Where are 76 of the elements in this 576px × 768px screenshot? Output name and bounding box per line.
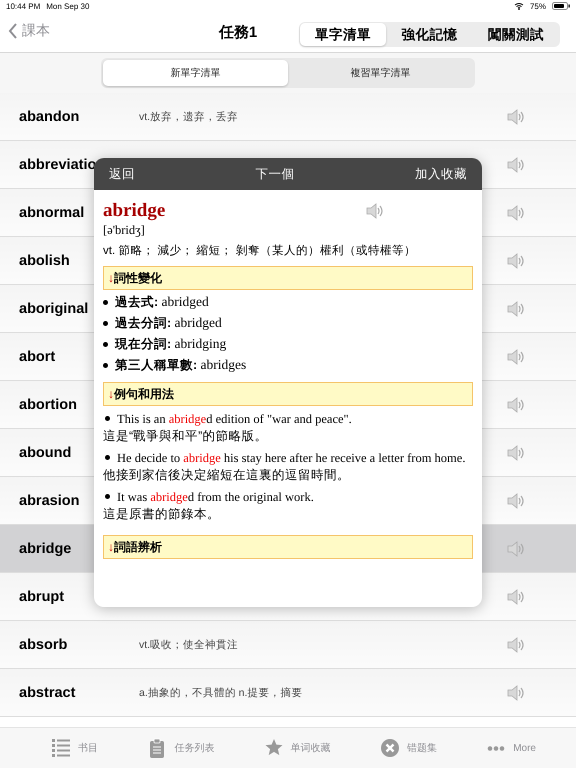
status-date: Mon Sep 30 xyxy=(46,2,90,10)
word-meaning: a.抽象的，不具體的 n.提要，摘要 xyxy=(139,686,304,700)
word-text: abstract xyxy=(19,684,76,700)
bullet-icon xyxy=(103,342,108,347)
example-translation: 這是原書的節錄本。 xyxy=(103,506,221,523)
speaker-icon[interactable] xyxy=(506,684,526,700)
bullet-icon xyxy=(103,300,108,305)
word-form: 過去分詞: abridged xyxy=(115,315,222,332)
example-translation: 這是“戰爭與和平”的節略版。 xyxy=(103,428,268,445)
word-text: abbreviatio xyxy=(19,156,96,172)
back-button[interactable]: 返回 xyxy=(109,166,135,182)
close-circle-icon xyxy=(380,738,399,758)
word-text: abort xyxy=(19,348,56,364)
bullet-icon xyxy=(103,363,108,368)
word-text: abnormal xyxy=(19,204,84,220)
speaker-icon[interactable] xyxy=(506,300,526,316)
speaker-icon[interactable] xyxy=(365,203,385,219)
segment-tab[interactable]: 單字清單 xyxy=(300,23,386,46)
word-text: abound xyxy=(19,444,72,460)
phonetic: [ə'bridʒ] xyxy=(103,223,146,238)
segment-tab[interactable]: 新單字清單 xyxy=(103,60,288,86)
word-row[interactable]: abstract a.抽象的，不具體的 n.提要，摘要 xyxy=(0,669,576,717)
segment-tab[interactable]: 闖關測試 xyxy=(472,23,559,46)
speaker-icon[interactable] xyxy=(506,636,526,652)
speaker-icon[interactable] xyxy=(506,588,526,604)
speaker-icon[interactable] xyxy=(506,492,526,508)
next-button[interactable]: 下一個 xyxy=(256,166,294,182)
speaker-icon[interactable] xyxy=(506,540,526,556)
clipboard-icon xyxy=(148,738,166,758)
example-sentence: He decide to abridge his stay here after he receive a letter from home. xyxy=(103,450,473,466)
chevron-left-icon xyxy=(8,22,18,40)
speaker-icon[interactable] xyxy=(506,252,526,268)
battery-percent: 75% xyxy=(530,2,546,10)
word-form: 第三人稱單數: abridges xyxy=(115,357,246,374)
bullet-icon xyxy=(103,321,108,326)
word-form: 現在分詞: abridging xyxy=(115,336,226,353)
word-text: abandon xyxy=(19,108,80,124)
down-arrow-icon: ↓ xyxy=(108,540,114,554)
section-title: 詞性變化 xyxy=(114,270,162,286)
list-icon xyxy=(52,738,70,758)
word-row[interactable]: absorb vt.吸收；使全神貫注 xyxy=(0,621,576,669)
speaker-icon[interactable] xyxy=(506,396,526,412)
word-text: abortion xyxy=(19,396,77,412)
word-form: 過去式: abridged xyxy=(115,294,209,311)
segment-tab[interactable]: 強化記憶 xyxy=(386,23,473,46)
speaker-icon[interactable] xyxy=(506,204,526,220)
definition: vt. 節略； 減少； 縮短； 剝奪（某人的）權利（或特權等） xyxy=(103,244,417,258)
example-sentence: This is an abridged edition of "war and peace". xyxy=(103,411,473,427)
example-sentence: It was abridged from the original work. xyxy=(103,489,473,505)
down-arrow-icon: ↓ xyxy=(108,387,114,401)
wifi-icon xyxy=(514,2,524,10)
word-text: absorb xyxy=(19,636,68,652)
speaker-icon[interactable] xyxy=(506,348,526,364)
word-meaning: vt.吸收；使全神貫注 xyxy=(139,638,240,652)
segment-tab[interactable]: 複習單字清單 xyxy=(288,60,473,86)
favorite-button[interactable]: 加入收藏 xyxy=(415,166,467,182)
speaker-icon[interactable] xyxy=(506,108,526,124)
speaker-icon[interactable] xyxy=(506,444,526,460)
word-row[interactable]: abandon vt.放弃，遗弃，丢弃 xyxy=(0,93,576,141)
star-icon xyxy=(264,738,283,758)
word-meaning: vt.放弃，遗弃，丢弃 xyxy=(139,110,240,124)
down-arrow-icon: ↓ xyxy=(108,271,114,285)
battery-icon xyxy=(552,2,570,10)
word-text: abridge xyxy=(19,540,72,556)
section-title: 詞語辨析 xyxy=(114,538,162,556)
headword: abridge xyxy=(103,200,166,222)
word-text: aboriginal xyxy=(19,300,88,316)
more-dots-icon xyxy=(487,746,506,750)
word-text: abrasion xyxy=(19,492,80,508)
speaker-icon[interactable] xyxy=(506,156,526,172)
status-time: 10:44 PM xyxy=(6,2,40,10)
section-title: 例句和用法 xyxy=(114,386,174,402)
word-text: abrupt xyxy=(19,588,64,604)
word-text: abolish xyxy=(19,252,70,268)
example-translation: 他接到家信後决定縮短在這裏的逗留時間。 xyxy=(103,467,351,484)
nav-title: 任務1 xyxy=(218,23,258,42)
